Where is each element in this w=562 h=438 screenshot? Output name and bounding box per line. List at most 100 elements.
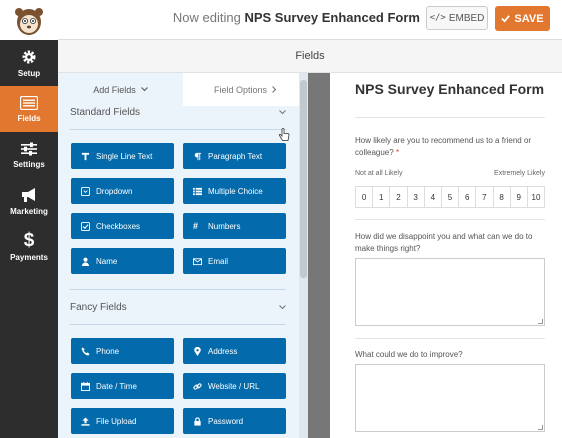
sidebar-item-payments[interactable]: $ Payments — [0, 224, 58, 270]
nps-scale[interactable]: 0 1 2 3 4 5 6 7 8 9 10 — [355, 186, 545, 208]
field-label: Dropdown — [96, 186, 133, 196]
calendar-icon — [81, 381, 90, 391]
field-button-checkboxes[interactable]: Checkboxes — [71, 213, 174, 239]
preview-divider — [355, 338, 545, 339]
nps-option[interactable]: 2 — [390, 187, 408, 207]
nps-high-label: Extremely Likely — [494, 170, 545, 177]
field-button-website-url[interactable]: Website / URL — [183, 373, 286, 399]
list-icon — [193, 187, 202, 195]
sidebar-item-label: Fields — [17, 113, 41, 123]
section-title: Standard Fields — [70, 107, 141, 118]
field-label: Website / URL — [208, 381, 260, 391]
resize-handle[interactable] — [538, 319, 543, 324]
sliders-icon — [21, 142, 37, 155]
tab-add-fields[interactable]: Add Fields — [58, 73, 183, 106]
form-preview: NPS Survey Enhanced Form How likely are … — [330, 73, 562, 438]
fancy-fields-header[interactable]: Fancy Fields — [70, 302, 286, 313]
panel-scrollbar-thumb[interactable] — [300, 80, 307, 278]
gear-icon — [22, 50, 36, 63]
user-icon — [81, 257, 90, 266]
tab-label: Add Fields — [93, 84, 136, 95]
disappoint-textarea[interactable] — [355, 258, 545, 326]
code-icon: </> — [429, 13, 446, 23]
panel-gutter — [308, 73, 330, 438]
field-button-paragraph-text[interactable]: Paragraph Text — [183, 143, 286, 169]
field-button-multiple-choice[interactable]: Multiple Choice — [183, 178, 286, 204]
standard-fields-header[interactable]: Standard Fields — [70, 107, 286, 118]
save-button[interactable]: SAVE — [495, 6, 550, 31]
resize-handle[interactable] — [538, 425, 543, 430]
sidebar-item-setup[interactable]: Setup — [0, 40, 58, 86]
link-icon — [193, 382, 202, 390]
sidebar-item-label: Settings — [13, 159, 45, 169]
builder-sidebar: Setup Fields Settings Marketing $ Paymen… — [0, 40, 58, 438]
field-label: Email — [208, 256, 229, 266]
upload-icon — [81, 416, 90, 426]
nps-option[interactable]: 9 — [511, 187, 528, 207]
section-divider — [70, 324, 286, 325]
panel-tabs: Add Fields Field Options — [58, 73, 308, 106]
section-title: Fancy Fields — [70, 302, 127, 313]
phone-icon — [81, 346, 90, 356]
envelope-icon — [193, 257, 202, 265]
embed-button[interactable]: </> EMBED — [426, 6, 488, 30]
nps-option[interactable]: 7 — [476, 187, 494, 207]
field-button-address[interactable]: Address — [183, 338, 286, 364]
section-divider — [70, 129, 286, 130]
sidebar-item-fields[interactable]: Fields — [0, 86, 58, 132]
preview-divider — [355, 117, 545, 118]
sidebar-item-marketing[interactable]: Marketing — [0, 178, 58, 224]
nps-option[interactable]: 1 — [373, 187, 391, 207]
nps-option[interactable]: 10 — [528, 187, 544, 207]
fields-panel: Add Fields Field Options Standard Fields… — [58, 73, 308, 438]
paragraph-icon — [194, 152, 202, 160]
editing-prefix: Now editing — [172, 10, 241, 25]
question-label-improve: What could we do to improve? — [355, 350, 463, 359]
field-button-password[interactable]: Password — [183, 408, 286, 434]
nps-option[interactable]: 4 — [425, 187, 442, 207]
question-text: How likely are you to recommend us to a … — [355, 136, 532, 157]
field-label: Numbers — [208, 221, 241, 231]
sidebar-item-settings[interactable]: Settings — [0, 132, 58, 178]
field-button-numbers[interactable]: # Numbers — [183, 213, 286, 239]
preview-divider — [355, 219, 545, 220]
chevron-right-icon — [272, 86, 277, 93]
field-button-name[interactable]: Name — [71, 248, 174, 274]
list-icon — [20, 95, 38, 110]
nps-option[interactable]: 6 — [459, 187, 477, 207]
preview-form-title: NPS Survey Enhanced Form — [355, 81, 545, 97]
field-label: Multiple Choice — [208, 186, 263, 196]
sidebar-item-label: Setup — [17, 68, 41, 78]
field-button-dropdown[interactable]: Dropdown — [71, 178, 174, 204]
hand-cursor-icon — [278, 128, 290, 141]
field-label: Password — [208, 416, 244, 426]
tab-label: Field Options — [213, 84, 268, 95]
nps-option[interactable]: 0 — [356, 187, 374, 207]
question-label-disappoint: How did we disappoint you and what can w… — [355, 232, 533, 253]
field-button-file-upload[interactable]: File Upload — [71, 408, 174, 434]
nps-option[interactable]: 3 — [408, 187, 425, 207]
lock-icon — [194, 416, 201, 426]
wpforms-logo — [0, 0, 58, 40]
required-marker: * — [395, 148, 400, 157]
field-button-date-time[interactable]: Date / Time — [71, 373, 174, 399]
tab-field-options[interactable]: Field Options — [183, 73, 308, 106]
top-bar: Now editing NPS Survey Enhanced Form </>… — [0, 0, 562, 40]
checkmark-icon — [501, 15, 511, 23]
chevron-down-icon — [279, 305, 286, 310]
field-button-phone[interactable]: Phone — [71, 338, 174, 364]
question-label-recommend: How likely are you to recommend us to a … — [355, 135, 545, 159]
nps-option[interactable]: 5 — [442, 187, 460, 207]
editing-label: Now editing NPS Survey Enhanced Form — [120, 10, 420, 25]
sidebar-item-label: Marketing — [10, 206, 48, 216]
text-icon — [81, 152, 90, 160]
field-label: Address — [208, 346, 238, 356]
field-button-email[interactable]: Email — [183, 248, 286, 274]
field-button-single-line-text[interactable]: Single Line Text — [71, 143, 174, 169]
field-label: Paragraph Text — [208, 151, 263, 161]
nps-option[interactable]: 8 — [494, 187, 511, 207]
nps-low-label: Not at all Likely — [355, 170, 403, 177]
field-label: File Upload — [96, 416, 137, 426]
checkbox-icon — [81, 221, 90, 231]
improve-textarea[interactable] — [355, 364, 545, 432]
